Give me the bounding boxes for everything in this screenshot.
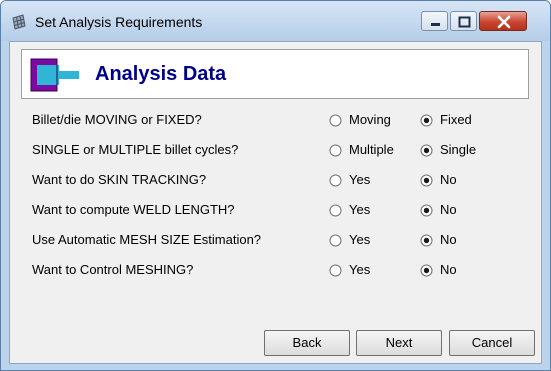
option-1-label[interactable]: Yes <box>349 262 370 277</box>
option-2-label[interactable]: No <box>440 262 457 277</box>
radio-option-1[interactable] <box>329 144 342 157</box>
option-2-label[interactable]: No <box>440 202 457 217</box>
option-2-label[interactable]: No <box>440 232 457 247</box>
cancel-button[interactable]: Cancel <box>449 330 535 356</box>
option-1-label[interactable]: Yes <box>349 202 370 217</box>
extrusion-die-icon <box>30 58 79 92</box>
radio-option-1[interactable] <box>329 114 342 127</box>
option-2-label[interactable]: No <box>440 172 457 187</box>
question-label: Want to compute WELD LENGTH? <box>32 202 235 217</box>
radio-option-2[interactable] <box>420 144 433 157</box>
radio-option-1[interactable] <box>329 264 342 277</box>
radio-option-2[interactable] <box>420 234 433 247</box>
option-1-label[interactable]: Yes <box>349 172 370 187</box>
question-label: Want to do SKIN TRACKING? <box>32 172 207 187</box>
dialog-window: Set Analysis Requirements Analysis Data … <box>0 0 551 371</box>
question-label: SINGLE or MULTIPLE billet cycles? <box>32 142 239 157</box>
section-header: Analysis Data <box>21 49 529 99</box>
grid-table-icon <box>12 14 26 30</box>
option-2-label[interactable]: Single <box>440 142 476 157</box>
radio-option-1[interactable] <box>329 174 342 187</box>
radio-option-2[interactable] <box>420 174 433 187</box>
radio-option-2[interactable] <box>420 204 433 217</box>
back-button[interactable]: Back <box>264 330 350 356</box>
option-2-label[interactable]: Fixed <box>440 112 472 127</box>
radio-option-2[interactable] <box>420 114 433 127</box>
next-button[interactable]: Next <box>356 330 442 356</box>
question-label: Want to Control MESHING? <box>32 262 194 277</box>
header-title: Analysis Data <box>95 63 227 85</box>
option-1-label[interactable]: Moving <box>349 112 391 127</box>
radio-option-1[interactable] <box>329 234 342 247</box>
close-icon <box>497 15 511 29</box>
question-label: Use Automatic MESH SIZE Estimation? <box>32 232 262 247</box>
radio-option-2[interactable] <box>420 264 433 277</box>
maximize-icon <box>458 16 471 28</box>
option-1-label[interactable]: Yes <box>349 232 370 247</box>
title-bar[interactable]: Set Analysis Requirements <box>1 1 550 41</box>
minimize-icon <box>431 23 440 26</box>
question-label: Billet/die MOVING or FIXED? <box>32 112 202 127</box>
radio-option-1[interactable] <box>329 204 342 217</box>
minimize-button[interactable] <box>421 11 448 31</box>
dialog-body: Analysis Data Billet/die MOVING or FIXED… <box>9 41 542 364</box>
maximize-button[interactable] <box>450 11 477 31</box>
option-1-label[interactable]: Multiple <box>349 142 394 157</box>
close-button[interactable] <box>479 11 527 31</box>
window-title: Set Analysis Requirements <box>35 14 203 30</box>
